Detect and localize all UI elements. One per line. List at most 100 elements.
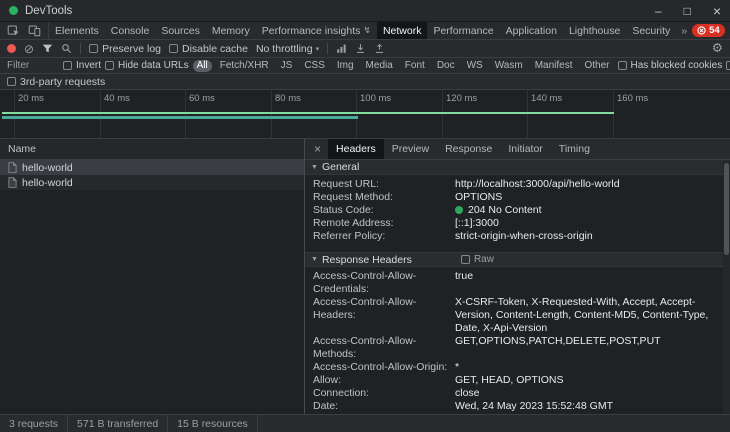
header-name: Vary: <box>313 413 455 414</box>
requests-count: 3 requests <box>0 415 69 432</box>
tab-elements[interactable]: Elements <box>49 22 105 39</box>
request-row[interactable]: hello-world <box>0 160 304 175</box>
third-party-requests-checkbox[interactable]: 3rd-party requests <box>7 76 105 88</box>
throttling-select[interactable]: No throttling ▾ <box>256 43 319 55</box>
timeline-tick: 60 ms <box>189 93 215 104</box>
column-header-name[interactable]: Name <box>0 139 304 160</box>
timeline-gridline <box>356 90 357 138</box>
disclosure-triangle-icon: ▼ <box>311 256 318 263</box>
header-name: Connection: <box>313 387 370 399</box>
checkbox-box <box>169 44 179 53</box>
network-conditions-icon[interactable] <box>336 43 347 54</box>
detail-tab-preview[interactable]: Preview <box>384 139 437 159</box>
record-button[interactable] <box>7 44 16 53</box>
header-value: close <box>455 387 480 399</box>
error-count: 54 <box>709 25 720 36</box>
tab-sources[interactable]: Sources <box>155 22 206 39</box>
timeline-request-bar <box>2 116 358 119</box>
filter-type-ws[interactable]: WS <box>463 60 487 72</box>
tab-lighthouse[interactable]: Lighthouse <box>563 22 626 39</box>
filter-type-other[interactable]: Other <box>580 60 613 72</box>
detail-tab-timing[interactable]: Timing <box>551 139 598 159</box>
tab-performance-insights[interactable]: Performance insights ↯ <box>256 22 377 39</box>
tab-application[interactable]: Application <box>500 22 563 39</box>
close-details-icon[interactable]: × <box>307 139 328 159</box>
filter-type-js[interactable]: JS <box>277 60 297 72</box>
tab-network[interactable]: Network <box>376 22 428 39</box>
devtools-window: DevTools – □ × Elements Console Sources … <box>0 0 730 432</box>
filter-type-all[interactable]: All <box>192 59 212 72</box>
filter-bar: Invert Hide data URLs All Fetch/XHR JS C… <box>0 58 730 74</box>
inspect-icon[interactable] <box>3 24 24 37</box>
more-tabs-icon[interactable]: » <box>676 22 692 39</box>
timeline-gridline <box>185 90 186 138</box>
filter-type-media[interactable]: Media <box>362 60 397 72</box>
filter-type-wasm[interactable]: Wasm <box>491 60 527 72</box>
filter-type-css[interactable]: CSS <box>300 60 329 72</box>
filter-input[interactable] <box>7 60 59 71</box>
checkbox-box <box>460 255 470 264</box>
search-icon[interactable] <box>61 43 72 54</box>
window-controls: – □ × <box>655 4 721 18</box>
header-value: 204 No Content <box>455 204 722 217</box>
close-icon[interactable]: × <box>713 4 721 18</box>
checkbox-box <box>63 61 72 70</box>
blocked-requests-checkbox[interactable]: Blocked Requests <box>726 60 730 71</box>
main-tabbar: Elements Console Sources Memory Performa… <box>0 22 730 40</box>
tab-security[interactable]: Security <box>626 22 676 39</box>
general-section-header[interactable]: ▼ General <box>305 160 730 175</box>
general-section-title: General <box>321 161 360 173</box>
disclosure-triangle-icon: ▼ <box>311 163 318 171</box>
details-scrollbar[interactable] <box>723 161 730 414</box>
header-row: Vary: RSC, Next-Router-State-Tree, Next-… <box>305 413 730 414</box>
resources-size: 15 B resources <box>168 415 258 432</box>
hide-data-urls-checkbox[interactable]: Hide data URLs <box>105 60 189 71</box>
header-name: Access-Control-Allow-Methods: <box>313 335 417 360</box>
response-headers-section-header[interactable]: ▼ Response Headers Raw <box>305 252 730 267</box>
timeline-overview[interactable]: 20 ms 40 ms 60 ms 80 ms 100 ms 120 ms 14… <box>0 90 730 139</box>
invert-checkbox[interactable]: Invert <box>63 60 101 71</box>
header-name: Access-Control-Allow-Headers: <box>313 296 417 321</box>
header-row: Request URL: http://localhost:3000/api/h… <box>305 178 730 191</box>
raw-checkbox[interactable]: Raw <box>460 254 494 265</box>
header-row: Access-Control-Allow-Origin: * <box>305 361 730 374</box>
tabbar-right: 54 ⚙ ⋮ <box>692 22 730 39</box>
tab-performance[interactable]: Performance <box>427 22 499 39</box>
has-blocked-cookies-checkbox[interactable]: Has blocked cookies <box>617 60 722 71</box>
header-row: Access-Control-Allow-Headers: X-CSRF-Tok… <box>305 296 730 335</box>
request-row[interactable]: hello-world <box>0 175 304 190</box>
panel-settings-gear-icon[interactable]: ⚙ <box>712 42 723 55</box>
header-row: Remote Address: [::1]:3000 <box>305 217 730 230</box>
detail-tab-headers[interactable]: Headers <box>328 139 384 159</box>
performance-insights-badge-icon: ↯ <box>363 25 371 35</box>
filter-toggle-icon[interactable] <box>42 43 53 54</box>
detail-tab-response[interactable]: Response <box>437 139 500 159</box>
import-har-icon[interactable] <box>355 43 366 54</box>
status-ok-dot-icon <box>455 206 463 214</box>
clear-button[interactable]: ⊘ <box>24 43 34 55</box>
timeline-tick: 80 ms <box>275 93 301 104</box>
filter-type-manifest[interactable]: Manifest <box>531 60 577 72</box>
filter-type-fetch-xhr[interactable]: Fetch/XHR <box>216 60 273 72</box>
error-count-badge[interactable]: 54 <box>692 24 725 37</box>
preserve-log-checkbox[interactable]: Preserve log <box>89 43 161 55</box>
tab-console[interactable]: Console <box>105 22 156 39</box>
maximize-icon[interactable]: □ <box>684 5 691 17</box>
filter-type-doc[interactable]: Doc <box>433 60 459 72</box>
detail-tab-initiator[interactable]: Initiator <box>500 139 550 159</box>
device-toolbar-icon[interactable] <box>24 24 45 37</box>
tab-memory[interactable]: Memory <box>206 22 256 39</box>
header-row: Allow: GET, HEAD, OPTIONS <box>305 374 730 387</box>
scrollbar-thumb[interactable] <box>724 163 729 255</box>
timeline-gridline <box>14 90 15 138</box>
minimize-icon[interactable]: – <box>655 5 662 17</box>
transferred-size: 571 B transferred <box>68 415 169 432</box>
toolbar-separator <box>327 43 329 54</box>
export-har-icon[interactable] <box>374 43 385 54</box>
disable-cache-checkbox[interactable]: Disable cache <box>169 43 248 55</box>
document-icon <box>8 177 17 188</box>
filter-type-img[interactable]: Img <box>333 60 358 72</box>
filter-type-font[interactable]: Font <box>401 60 429 72</box>
titlebar: DevTools – □ × <box>0 0 730 22</box>
header-name: Access-Control-Allow-Credentials: <box>313 270 417 295</box>
